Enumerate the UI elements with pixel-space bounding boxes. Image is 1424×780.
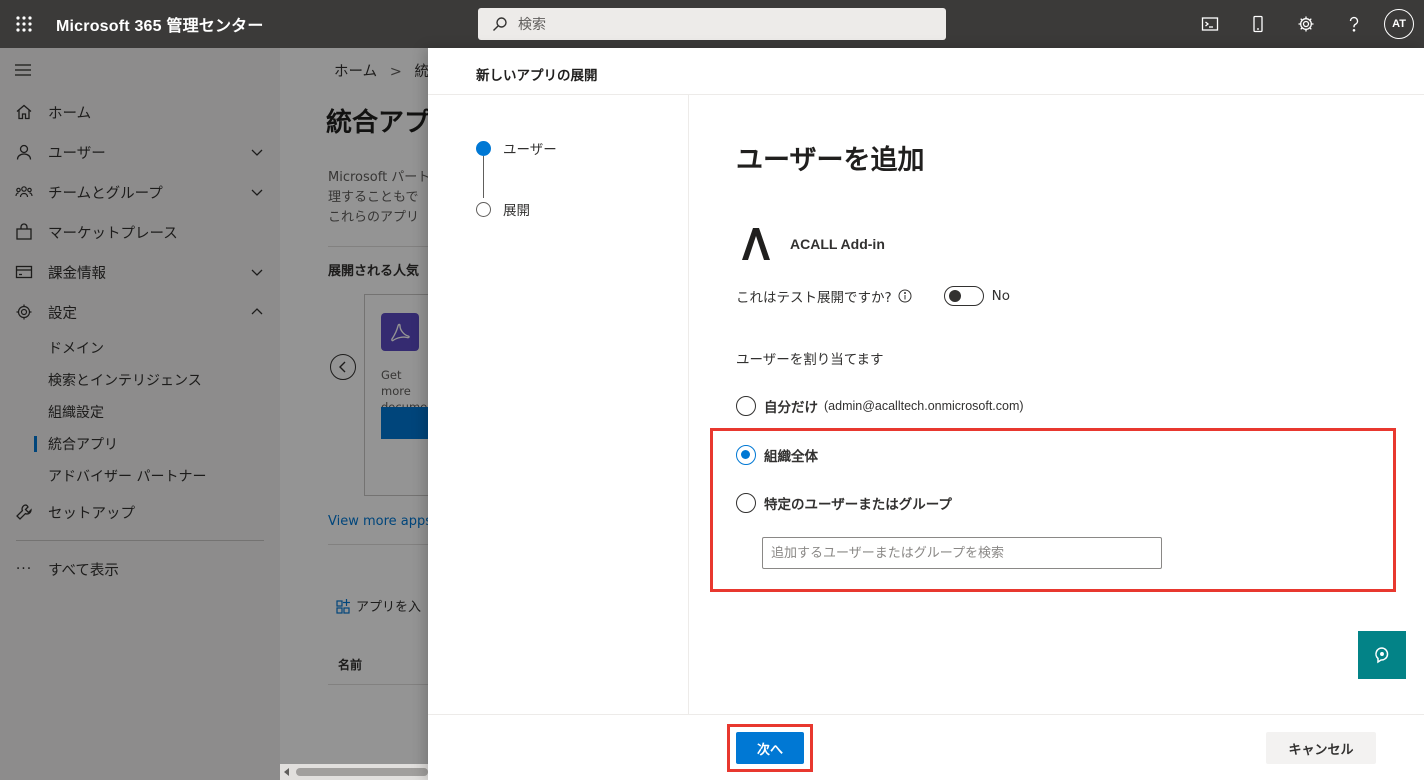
step-complete-icon bbox=[476, 140, 491, 156]
phone-icon bbox=[1253, 15, 1263, 33]
step-pending-icon bbox=[476, 201, 491, 217]
mobile-button[interactable] bbox=[1234, 0, 1282, 48]
help-button[interactable] bbox=[1330, 0, 1378, 48]
info-icon[interactable] bbox=[898, 289, 912, 303]
app-name: ACALL Add-in bbox=[790, 236, 885, 252]
option-just-me[interactable]: 自分だけ (admin@acalltech.onmicrosoft.com) bbox=[736, 396, 1024, 416]
horizontal-scrollbar[interactable] bbox=[280, 764, 428, 780]
top-actions: AT bbox=[1186, 0, 1424, 48]
terminal-icon bbox=[1201, 17, 1219, 31]
app-launcher-button[interactable] bbox=[0, 0, 48, 48]
search-icon bbox=[493, 17, 507, 31]
step-label: 展開 bbox=[503, 203, 530, 219]
divider bbox=[428, 714, 1424, 715]
step-connector bbox=[483, 156, 484, 198]
option-label: 自分だけ bbox=[764, 400, 818, 416]
divider bbox=[688, 94, 689, 714]
test-deploy-question: これはテスト展開ですか? bbox=[736, 290, 892, 306]
option-sublabel: (admin@acalltech.onmicrosoft.com) bbox=[824, 399, 1024, 413]
next-button[interactable]: 次へ bbox=[736, 732, 804, 764]
step-deploy[interactable]: 展開 bbox=[476, 199, 530, 219]
panel-title: 新しいアプリの展開 bbox=[476, 68, 598, 84]
help-icon bbox=[1349, 16, 1359, 32]
top-bar: Microsoft 365 管理センター 検索 AT bbox=[0, 0, 1424, 48]
test-deploy-row: これはテスト展開ですか? No bbox=[736, 286, 1010, 306]
app-title[interactable]: Microsoft 365 管理センター bbox=[56, 12, 264, 36]
chat-help-icon bbox=[1375, 647, 1389, 664]
divider bbox=[428, 94, 1424, 95]
toggle-state-label: No bbox=[991, 288, 1011, 304]
section-heading: ユーザーを追加 bbox=[736, 145, 925, 176]
settings-button[interactable] bbox=[1282, 0, 1330, 48]
app-info: ACALL Add-in bbox=[736, 224, 885, 264]
radio-button[interactable] bbox=[736, 396, 756, 416]
acall-logo-icon bbox=[742, 228, 770, 260]
feedback-button[interactable] bbox=[1358, 631, 1406, 679]
avatar[interactable]: AT bbox=[1384, 9, 1414, 39]
global-search[interactable]: 検索 bbox=[478, 8, 946, 40]
gear-icon bbox=[1298, 16, 1314, 32]
deploy-app-panel: 新しいアプリの展開 ユーザー 展開 ユーザーを追加 ACALL Add-in こ… bbox=[428, 48, 1424, 780]
step-users[interactable]: ユーザー bbox=[476, 138, 557, 158]
scroll-left-icon[interactable] bbox=[284, 768, 289, 776]
search-placeholder: 検索 bbox=[518, 17, 546, 33]
step-label: ユーザー bbox=[503, 142, 557, 158]
terminal-button[interactable] bbox=[1186, 0, 1234, 48]
cancel-button[interactable]: キャンセル bbox=[1266, 732, 1376, 764]
test-deploy-toggle[interactable] bbox=[943, 286, 984, 306]
scroll-thumb[interactable] bbox=[296, 768, 428, 776]
highlight-box bbox=[710, 428, 1396, 592]
assign-users-label: ユーザーを割り当てます bbox=[736, 352, 884, 368]
waffle-icon bbox=[16, 16, 32, 32]
